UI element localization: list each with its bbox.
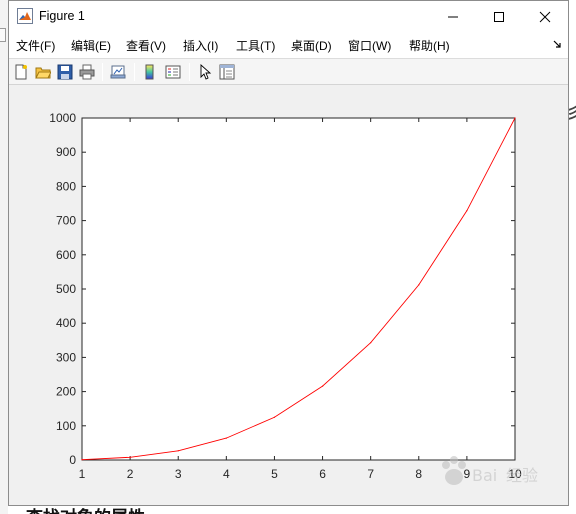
- edit-plot-arrow-icon: [200, 64, 212, 80]
- y-tick-label: 700: [56, 214, 76, 228]
- matlab-logo-icon: [17, 8, 33, 24]
- background-caption: 查找对象的属性: [26, 503, 145, 514]
- data-point: [177, 450, 179, 452]
- data-point: [321, 385, 324, 387]
- toolbar-separator: [102, 63, 103, 81]
- menu-edit[interactable]: 编辑(E): [71, 37, 111, 54]
- close-button[interactable]: [522, 1, 568, 32]
- y-tick-label: 400: [56, 316, 76, 330]
- property-inspector-icon: [219, 64, 235, 80]
- data-point: [370, 342, 372, 344]
- link-plot-icon: [110, 65, 126, 79]
- menu-bar: 文件(F) 编辑(E) 查看(V) 插入(I) 工具(T) 桌面(D) 窗口(W…: [9, 32, 568, 58]
- x-tick-label: 3: [175, 467, 182, 481]
- save-icon: [57, 64, 73, 80]
- legend-icon: [165, 65, 181, 79]
- property-inspector-button[interactable]: [217, 62, 237, 82]
- data-point: [466, 210, 468, 212]
- data-point: [81, 459, 83, 461]
- title-bar[interactable]: Figure 1: [9, 1, 568, 32]
- toolbar-separator: [134, 63, 135, 81]
- axes-box: [81, 117, 516, 461]
- window-title: Figure 1: [39, 9, 85, 23]
- figure-canvas[interactable]: 1 2 3 4 5 6 7 8 9 10 0 100 200 300 400 500 600 700 800 900 1…: [9, 86, 568, 505]
- x-tick-label: 1: [79, 467, 86, 481]
- dock-arrow-icon[interactable]: [552, 39, 562, 49]
- figure-toolbar: [9, 58, 568, 85]
- link-plot-button[interactable]: [108, 62, 128, 82]
- y-tick-label: 300: [56, 350, 76, 364]
- toolbar-separator: [189, 63, 190, 81]
- x-tick-label: 7: [367, 467, 374, 481]
- data-point: [514, 117, 516, 119]
- new-figure-button[interactable]: [11, 62, 31, 82]
- print-button[interactable]: [77, 62, 97, 82]
- colorbar-icon: [145, 64, 154, 80]
- edit-plot-button[interactable]: [195, 62, 215, 82]
- y-tick-label: 500: [56, 282, 76, 296]
- y-tick-label: 800: [56, 179, 76, 193]
- data-point: [129, 456, 131, 458]
- menu-insert[interactable]: 插入(I): [183, 37, 218, 54]
- y-tick-label: 200: [56, 385, 76, 399]
- print-icon: [79, 64, 95, 80]
- colorbar-button[interactable]: [140, 62, 160, 82]
- new-figure-icon: [15, 64, 27, 80]
- baidu-watermark-logo: Bai 经验: [442, 456, 538, 485]
- minimize-button[interactable]: [430, 1, 476, 32]
- close-icon: [539, 11, 551, 22]
- y-tick-label: 1000: [49, 111, 76, 125]
- x-tick-label: 2: [127, 467, 134, 481]
- y-tick-label: 600: [56, 248, 76, 262]
- x-tick-label: 8: [415, 467, 422, 481]
- background-page-edge: [0, 0, 8, 514]
- menu-file[interactable]: 文件(F): [16, 37, 55, 54]
- open-file-button[interactable]: [33, 62, 53, 82]
- svg-text:Bai: Bai: [472, 466, 497, 485]
- x-tick-label: 4: [223, 467, 230, 481]
- menu-help[interactable]: 帮助(H): [409, 37, 450, 54]
- background-scroll-marker: [0, 28, 6, 42]
- y-tick-label: 100: [56, 419, 76, 433]
- open-file-icon: [35, 67, 51, 79]
- menu-desktop[interactable]: 桌面(D): [291, 37, 332, 54]
- save-button[interactable]: [55, 62, 75, 82]
- y-tick-label: 900: [56, 145, 76, 159]
- figure-window: Figure 1 文件(F) 编辑(E) 查看(V) 插入(I) 工具(T) 桌…: [8, 0, 569, 506]
- maximize-button[interactable]: [476, 1, 522, 32]
- plot-axes[interactable]: 1 2 3 4 5 6 7 8 9 1001002003004005006007008009001…: [9, 86, 568, 505]
- minimize-icon: [448, 16, 458, 17]
- legend-button[interactable]: [163, 62, 183, 82]
- menu-window[interactable]: 窗口(W): [348, 37, 391, 54]
- menu-view[interactable]: 查看(V): [126, 37, 166, 54]
- y-tick-label: 0: [69, 453, 76, 467]
- x-tick-label: 5: [271, 467, 278, 481]
- maximize-icon: [494, 11, 504, 22]
- data-point: [418, 284, 420, 286]
- menu-tools[interactable]: 工具(T): [236, 37, 275, 54]
- x-tick-label: 6: [319, 467, 326, 481]
- data-point: [273, 416, 276, 418]
- data-point: [225, 437, 227, 439]
- svg-text:经验: 经验: [506, 466, 538, 485]
